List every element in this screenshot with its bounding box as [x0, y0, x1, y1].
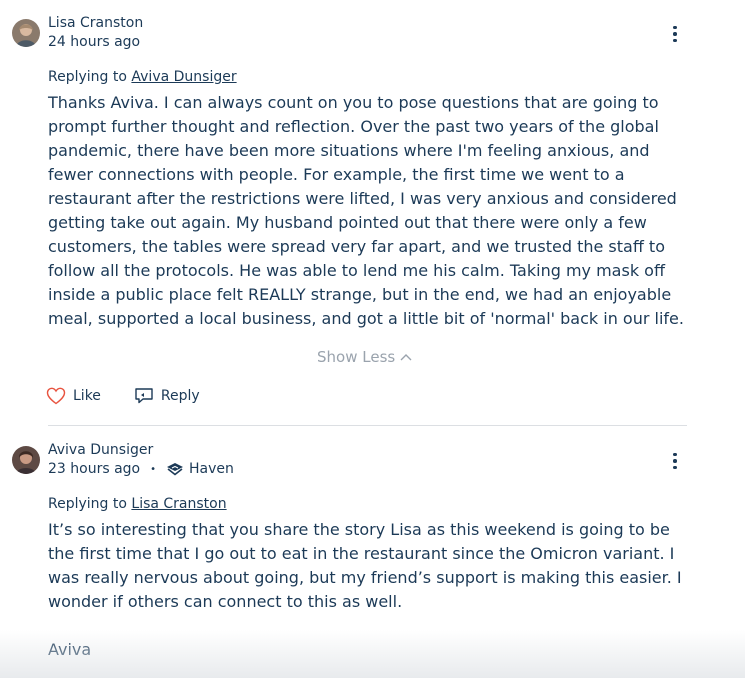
more-options-button[interactable]: [664, 22, 686, 46]
replying-to: Replying to Lisa Cranston: [48, 496, 227, 512]
reply-label: Reply: [160, 388, 200, 404]
more-vertical-icon: [673, 452, 677, 457]
comment-paragraph: Thanks Aviva. I can always count on you …: [48, 93, 684, 328]
like-label: Like: [73, 388, 101, 404]
author-name[interactable]: Aviva Dunsiger: [48, 442, 153, 458]
reply-button[interactable]: Reply: [134, 387, 200, 405]
replying-to-label: Replying to: [48, 69, 127, 85]
show-less-button[interactable]: Show Less: [317, 348, 413, 366]
comment-actions: Like Reply: [46, 387, 200, 405]
heart-icon: [46, 387, 66, 405]
more-options-button[interactable]: [664, 449, 686, 473]
reply-icon: [135, 388, 153, 404]
timestamp-row: 23 hours ago • Haven: [48, 461, 234, 477]
replying-to-label: Replying to: [48, 496, 127, 512]
haven-icon: [167, 463, 184, 476]
avatar-image: [12, 19, 40, 47]
like-button[interactable]: Like: [46, 387, 101, 405]
replying-to: Replying to Aviva Dunsiger: [48, 69, 237, 85]
avatar[interactable]: [12, 446, 40, 474]
comment-body: It’s so interesting that you share the s…: [48, 518, 688, 662]
replying-to-link[interactable]: Aviva Dunsiger: [131, 69, 236, 85]
comment-paragraph: It’s so interesting that you share the s…: [48, 520, 682, 611]
timestamp: 23 hours ago: [48, 461, 141, 477]
replying-to-link[interactable]: Lisa Cranston: [131, 496, 226, 512]
timestamp-row: 24 hours ago: [48, 34, 140, 50]
chevron-up-icon: [400, 354, 412, 361]
timestamp: 24 hours ago: [48, 34, 141, 50]
show-less-label: Show Less: [317, 348, 396, 366]
author-name[interactable]: Lisa Cranston: [48, 15, 143, 31]
comment-lisa-cranston: Lisa Cranston 24 hours ago Replying to A…: [0, 0, 745, 430]
comment-body: Thanks Aviva. I can always count on you …: [48, 91, 688, 331]
avatar-image: [12, 446, 40, 474]
comment-aviva-dunsiger: Aviva Dunsiger 23 hours ago • Haven Repl…: [0, 430, 745, 678]
comment-divider: [48, 425, 687, 426]
more-vertical-icon: [673, 25, 677, 30]
group-link[interactable]: Haven: [189, 461, 234, 477]
separator-dot: •: [150, 463, 157, 475]
avatar[interactable]: [12, 19, 40, 47]
comment-signature: Aviva: [48, 640, 92, 659]
